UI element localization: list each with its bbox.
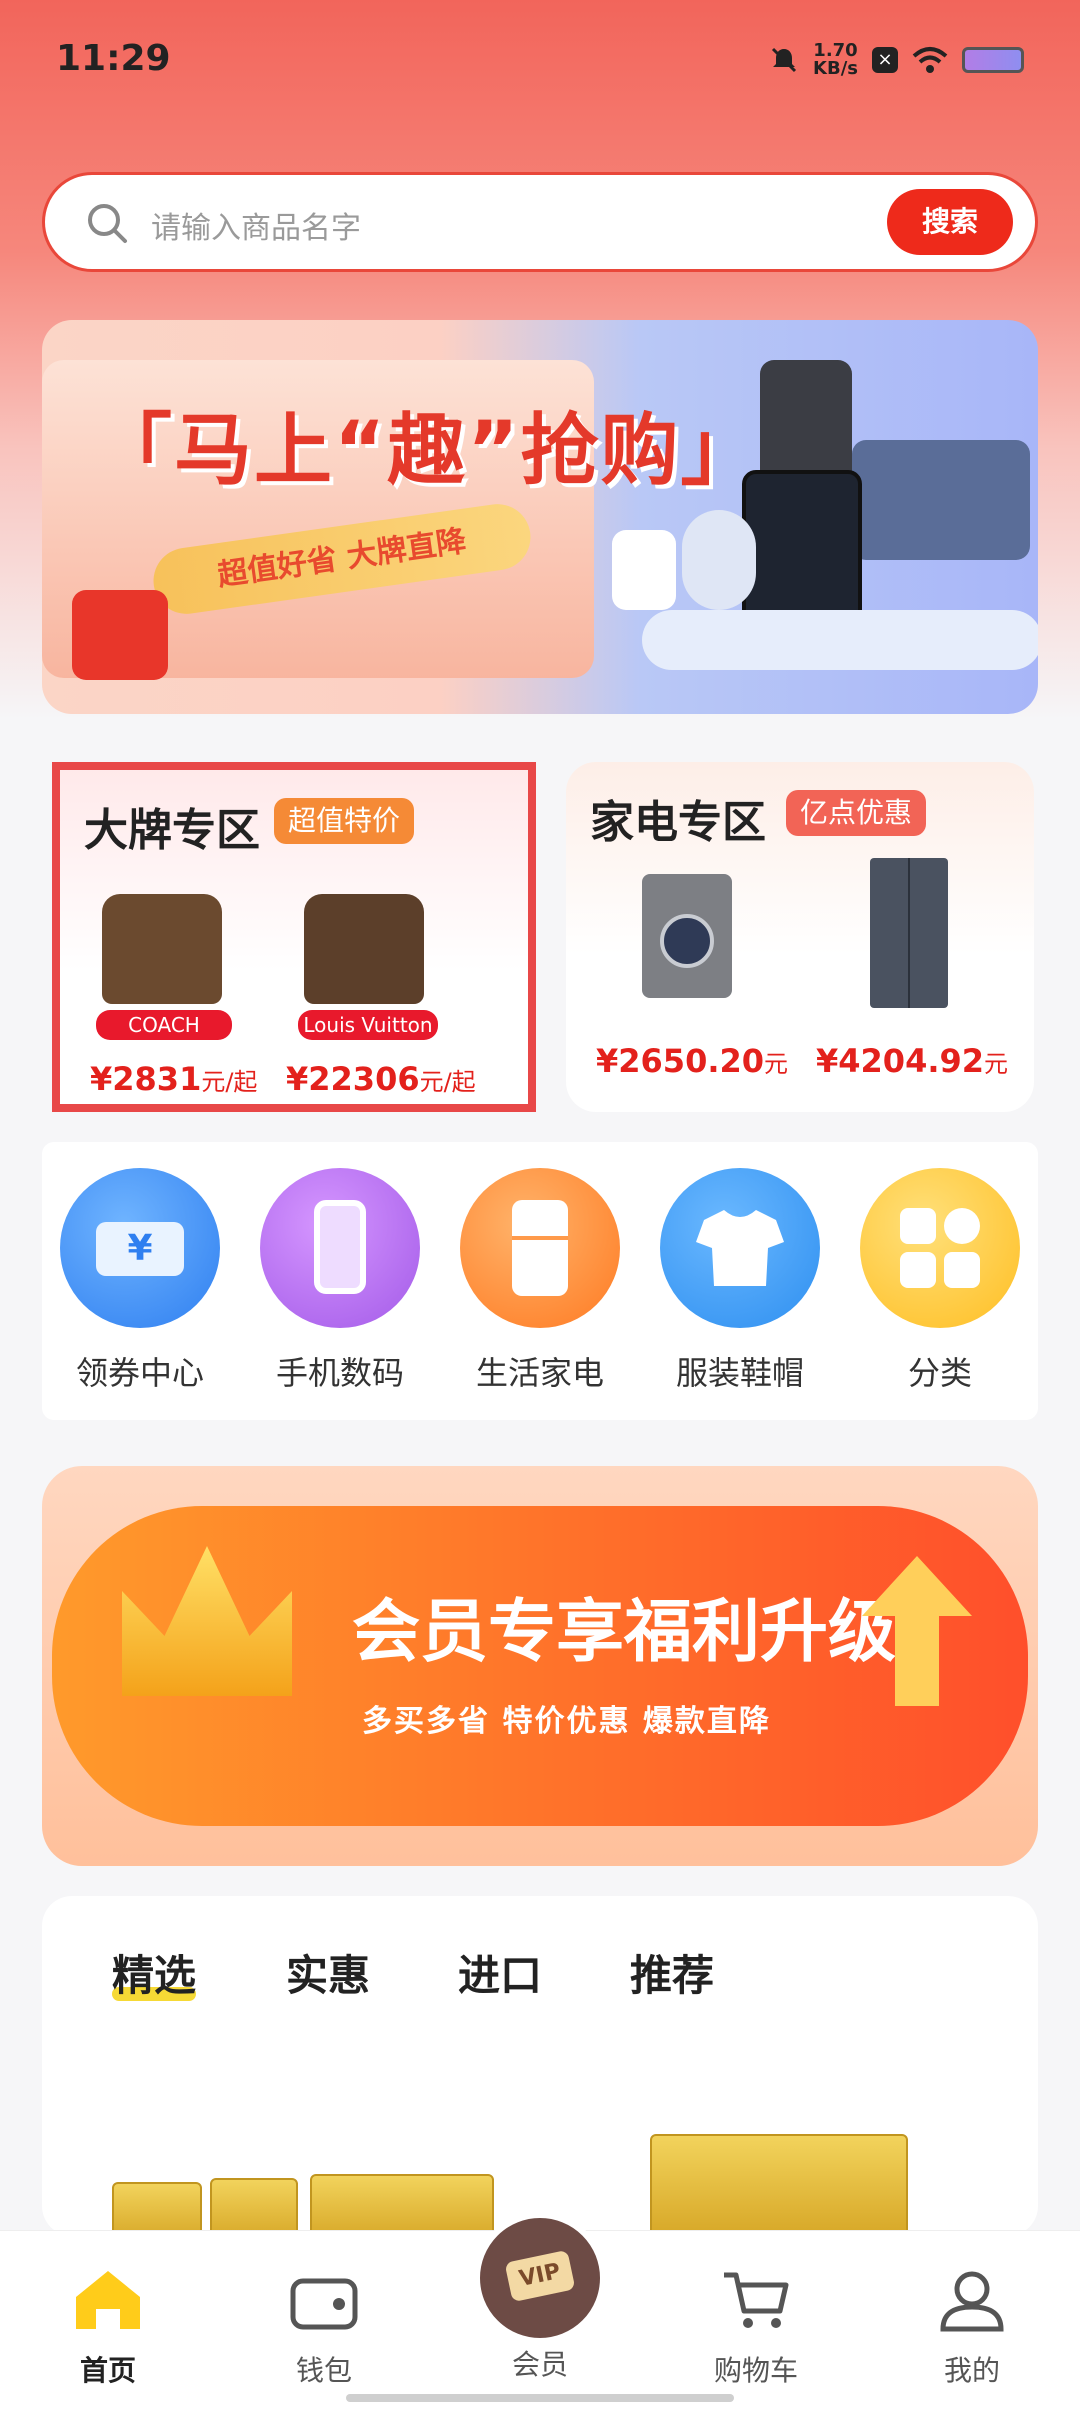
home-icon — [76, 2271, 140, 2329]
category-home-appliances[interactable]: 生活家电 — [460, 1168, 620, 1394]
flash-sale-banner[interactable]: 「马上“趣”抢购」 超值好省 大牌直降 — [42, 320, 1038, 714]
refrigerator-price: ¥4204.92元 — [816, 1042, 1009, 1080]
grid-icon — [860, 1168, 1020, 1328]
category-shortcuts: ¥ 领券中心 手机数码 生活家电 服装鞋帽 分类 — [42, 1142, 1038, 1420]
profile-icon — [940, 2271, 1004, 2332]
wifi-icon — [912, 47, 948, 73]
brand-label-lv: Louis Vuitton — [298, 1010, 438, 1040]
notification-x-icon: × — [872, 47, 898, 73]
projector-image — [682, 510, 756, 610]
brand-label-coach: COACH — [96, 1010, 232, 1040]
member-banner-subtitle: 多买多省 特价优惠 爆款直降 — [362, 1704, 771, 1739]
bell-muted-icon — [771, 47, 797, 73]
product-stand — [642, 610, 1038, 670]
appliance-zone-card[interactable]: 家电专区 亿点优惠 ¥2650.20元 ¥4204.92元 — [566, 762, 1034, 1112]
tab-value[interactable]: 实惠 — [286, 1942, 370, 2003]
coach-bag-image — [102, 894, 222, 1004]
member-banner-title: 会员专享福利升级 — [352, 1593, 897, 1672]
brand-zone-tag: 超值特价 — [274, 798, 415, 844]
airpods-image — [612, 530, 676, 610]
status-icons: 1.70 KB/s × — [769, 42, 1024, 78]
laptop-image — [852, 440, 1030, 560]
washing-machine-image — [642, 874, 732, 998]
cart-icon — [724, 2272, 789, 2328]
coach-price: ¥2831元/起 — [90, 1060, 258, 1098]
gift-box-image — [72, 590, 168, 680]
category-mobile-digital[interactable]: 手机数码 — [260, 1168, 420, 1394]
category-apparel[interactable]: 服装鞋帽 — [660, 1168, 820, 1394]
nav-cart[interactable]: 购物车 — [696, 2267, 816, 2389]
network-speed: 1.70 KB/s — [813, 40, 858, 79]
appliance-zone-title: 家电专区 — [590, 797, 766, 848]
member-benefits-banner[interactable]: 会员专享福利升级 多买多省 特价优惠 爆款直降 — [42, 1466, 1038, 1866]
washing-machine-price: ¥2650.20元 — [596, 1042, 789, 1080]
fridge-icon — [460, 1168, 620, 1328]
status-time: 11:29 — [56, 38, 171, 79]
battery-icon — [962, 47, 1024, 73]
search-icon — [88, 204, 127, 243]
wallet-icon — [290, 2278, 358, 2330]
lv-price: ¥22306元/起 — [286, 1060, 476, 1098]
phone-icon — [260, 1168, 420, 1328]
banner-title: 「马上“趣”抢购」 — [94, 406, 761, 496]
tab-imported[interactable]: 进口 — [458, 1942, 542, 2003]
brand-zone-title: 大牌专区 — [84, 805, 260, 856]
refrigerator-image — [870, 858, 948, 1008]
appliance-zone-tag: 亿点优惠 — [786, 790, 927, 836]
category-coupon-center[interactable]: ¥ 领券中心 — [60, 1168, 220, 1394]
search-input[interactable]: 请输入商品名字 — [151, 203, 361, 247]
tab-selected[interactable]: 精选 — [112, 1942, 197, 2003]
tablet-image — [742, 470, 862, 628]
brand-zone-card[interactable]: 大牌专区 超值特价 COACH ¥2831元/起 Louis Vuitton ¥… — [52, 762, 536, 1112]
nav-profile[interactable]: 我的 — [912, 2267, 1032, 2389]
vip-icon: VIP — [504, 2249, 576, 2303]
home-indicator — [346, 2394, 734, 2402]
nav-wallet[interactable]: 钱包 — [264, 2267, 384, 2389]
vip-button[interactable]: VIP — [474, 2212, 606, 2344]
search-bar[interactable]: 请输入商品名字 搜索 — [42, 172, 1038, 272]
status-bar: 11:29 1.70 KB/s × — [0, 0, 1080, 120]
recommendation-section: 精选 实惠 进口 推荐 — [42, 1896, 1038, 2246]
tshirt-icon — [660, 1168, 820, 1328]
lv-bag-image — [304, 894, 424, 1004]
nav-home[interactable]: 首页 — [48, 2267, 168, 2389]
search-button[interactable]: 搜索 — [887, 189, 1013, 255]
coupon-icon: ¥ — [60, 1168, 220, 1328]
category-all[interactable]: 分类 — [860, 1168, 1020, 1394]
tab-recommended[interactable]: 推荐 — [630, 1942, 714, 2003]
